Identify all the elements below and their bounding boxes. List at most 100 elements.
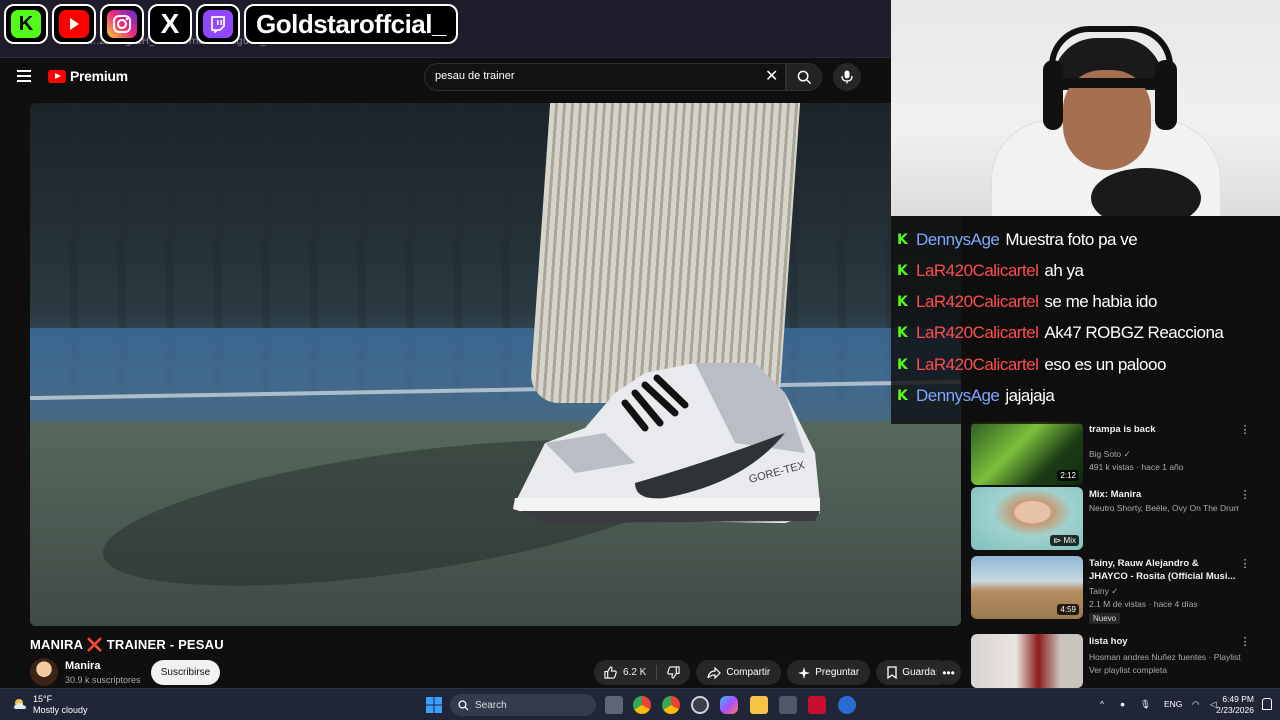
subscriber-count: 30.9 k suscriptores [65,675,141,685]
recommendation-title[interactable]: lista hoy [1089,635,1239,648]
chat-message: K LaR420Calicartel eso es un palooo [897,353,1166,377]
instagram-icon [100,4,144,44]
kick-badge-icon: K [897,325,908,341]
video-actions: 6.2 K Compartir Preguntar Guardar [594,660,950,685]
chat-text: eso es un palooo [1044,355,1166,374]
hamburger-menu-icon[interactable] [17,70,31,82]
recommendation-channel[interactable]: Neutro Shorty, Beéle, Ovy On The Drums .… [1089,503,1239,513]
mcafee-icon[interactable] [808,696,826,714]
chat-message: K LaR420Calicartel Ak47 ROBGZ Reacciona [897,321,1224,345]
app-icon[interactable] [838,696,856,714]
streamer-webcam [891,0,1280,216]
channel-name[interactable]: Manira [65,660,100,672]
ask-label: Preguntar [815,667,860,678]
recommendation-thumbnail[interactable]: ⧐ Mix [971,487,1083,550]
share-button[interactable]: Compartir [696,660,782,685]
screen: ...zAwLgutH_RDF0OmbazAwLgutH_radio=... K… [0,0,1280,720]
chrome-icon[interactable] [633,696,651,714]
tray-microphone-icon[interactable]: 🎙 [1140,699,1151,710]
recommendation-stats: 2.1 M de vistas · hace 4 días [1089,599,1198,609]
video-title-separator: ❌ [86,637,103,652]
weather-cloud-icon[interactable] [12,695,30,713]
weather-description[interactable]: Mostly cloudy [33,705,88,715]
thumbs-down-icon [667,666,680,679]
channel-avatar[interactable] [30,658,58,686]
kick-icon: K [4,4,48,44]
copilot-icon[interactable] [720,696,738,714]
chat-username: LaR420Calicartel [916,323,1039,342]
weather-temperature[interactable]: 15°F [33,694,52,704]
system-clock[interactable]: 6:49 PM 2/23/2026 [1198,694,1254,716]
recommendation-stats[interactable]: Ver playlist completa [1089,665,1167,675]
video-title-part2: TRAINER - PESAU [106,637,224,652]
tray-app-icon[interactable]: ● [1120,699,1125,709]
chat-message: K LaR420Calicartel se me habia ido [897,290,1157,314]
more-vertical-icon[interactable]: ⋮ [1239,635,1251,648]
youtube-header: Premium pesau de trainer ✕ [0,58,891,98]
recommendation-channel[interactable]: Tainy ✓ [1089,586,1118,597]
search-input[interactable]: pesau de trainer [435,70,515,82]
more-vertical-icon[interactable]: ⋮ [1239,557,1251,570]
kick-badge-icon: K [897,232,908,248]
stream-chat-overlay: K DennysAge Muestra foto pa ve K LaR420C… [891,216,1280,424]
video-duration: 2:12 [1057,470,1079,481]
chat-username: LaR420Calicartel [916,261,1039,280]
chat-text: se me habia ido [1044,292,1157,311]
chat-message: K DennysAge Muestra foto pa ve [897,228,1138,252]
language-indicator[interactable]: ENG [1164,699,1182,709]
dislike-button[interactable] [657,666,690,679]
recommendation-item[interactable]: 2:12 trampa is back Big Soto ✓ 491 k vis… [971,422,1271,490]
twitch-icon [196,4,240,44]
task-view-icon[interactable] [605,696,623,714]
more-vertical-icon[interactable]: ⋮ [1239,488,1251,501]
video-title-part1: MANIRA [30,637,83,652]
search-box[interactable]: pesau de trainer ✕ [424,63,786,91]
new-badge: Nuevo [1089,613,1121,624]
recommendation-item[interactable]: ⧐ Mix Mix: Manira Neutro Shorty, Beéle, … [971,487,1271,555]
video-title: MANIRA ❌ TRAINER - PESAU [30,637,224,653]
youtube-logo[interactable]: Premium [48,68,128,84]
logo-text: Premium [70,68,128,84]
sparkle-icon [798,666,811,679]
voice-search-button[interactable] [833,63,861,91]
recommendation-title[interactable]: Tainy, Rauw Alejandro & JHAYCO - Rosita … [1089,557,1239,583]
x-icon: X [148,4,192,44]
recommendation-thumbnail[interactable]: 2:12 [971,422,1083,485]
tray-chevron-up-icon[interactable]: ^ [1100,699,1104,709]
search-icon [797,70,811,84]
more-vertical-icon[interactable]: ⋮ [1239,423,1251,436]
notification-bell-icon[interactable] [1262,698,1272,710]
video-player[interactable]: GORE-TEX [30,103,961,626]
recommendation-channel[interactable]: Big Soto ✓ [1089,449,1131,460]
clear-search-icon[interactable]: ✕ [765,69,778,85]
search-button[interactable] [786,63,822,91]
webcam-headphone-right [1155,60,1177,130]
obs-icon[interactable] [691,696,709,714]
microsoft-store-icon[interactable] [779,696,797,714]
subscribe-button[interactable]: Suscribirse [151,660,220,685]
taskbar-search-box[interactable]: Search [450,694,596,716]
video-sneaker: GORE-TEX [513,363,820,523]
recommendation-title[interactable]: Mix: Manira [1089,488,1239,501]
streamer-handle: Goldstaroffcial_ [244,4,458,44]
recommendation-item[interactable]: 4:59 Tainy, Rauw Alejandro & JHAYCO - Ro… [971,556,1271,624]
recommendation-stats: 491 k vistas · hace 1 año [1089,462,1184,472]
like-button[interactable]: 6.2 K [594,666,656,679]
windows-taskbar: 15°F Mostly cloudy Search ^ ● 🎙 ENG ◠ ◁ … [0,688,1280,720]
mix-badge: ⧐ Mix [1050,535,1079,546]
more-actions-button[interactable]: ••• [936,660,961,685]
more-horizontal-icon: ••• [942,665,955,680]
kick-badge-icon: K [897,294,908,310]
recommendation-thumbnail[interactable] [971,634,1083,688]
recommendation-thumbnail[interactable]: 4:59 [971,556,1083,619]
save-label: Guardar [902,667,939,678]
recommendation-title[interactable]: trampa is back [1089,423,1239,436]
ask-button[interactable]: Preguntar [787,660,871,685]
windows-start-icon[interactable] [425,696,443,714]
recommendation-channel[interactable]: Hosman andres Nuñez fuentes · Playlist [1089,652,1241,662]
chat-username: DennysAge [916,230,1000,249]
chat-text: Muestra foto pa ve [1005,230,1138,249]
video-duration: 4:59 [1057,604,1079,615]
chrome-profile-icon[interactable] [662,696,680,714]
file-explorer-icon[interactable] [750,696,768,714]
